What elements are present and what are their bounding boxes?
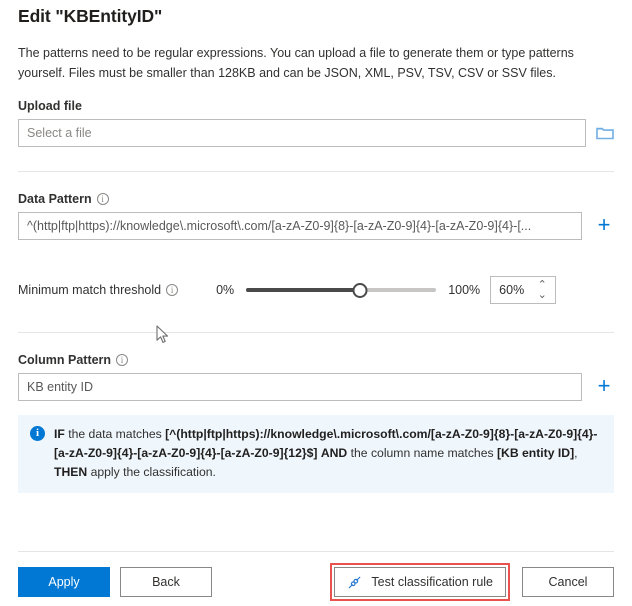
info-icon[interactable]: i — [97, 193, 109, 205]
back-button[interactable]: Back — [120, 567, 212, 597]
test-classification-rule-label: Test classification rule — [371, 575, 493, 589]
rule-summary-text: IF the data matches [^(http|ftp|https):/… — [54, 425, 602, 482]
apply-button[interactable]: Apply — [18, 567, 110, 597]
info-icon[interactable]: i — [166, 284, 178, 296]
upload-file-label: Upload file — [18, 99, 614, 113]
test-classification-rule-button[interactable]: Test classification rule — [334, 567, 506, 597]
spinner-down-icon[interactable]: ⌄ — [538, 290, 547, 300]
slider-fill — [246, 288, 360, 292]
intro-text: The patterns need to be regular expressi… — [18, 43, 616, 83]
footer-divider — [18, 551, 614, 552]
page-title: Edit "KBEntityID" — [18, 0, 614, 27]
threshold-min-label: 0% — [216, 283, 234, 297]
threshold-max-label: 100% — [448, 283, 480, 297]
data-pattern-label: Data Pattern i — [18, 192, 614, 206]
upload-file-input[interactable] — [18, 119, 586, 147]
info-circle-icon: i — [30, 426, 45, 441]
plug-connector-icon — [347, 575, 362, 590]
rule-summary-callout: i IF the data matches [^(http|ftp|https)… — [18, 415, 614, 493]
threshold-value: 60% — [491, 283, 533, 297]
add-data-pattern-button[interactable]: + — [594, 216, 614, 236]
threshold-slider[interactable] — [246, 282, 436, 298]
divider-threshold — [18, 332, 614, 333]
column-pattern-input[interactable] — [18, 373, 582, 401]
slider-thumb[interactable] — [353, 283, 368, 298]
info-icon[interactable]: i — [116, 354, 128, 366]
divider-upload — [18, 171, 614, 172]
test-actions: Test classification rule Cancel — [330, 563, 614, 601]
threshold-label: Minimum match threshold i — [18, 283, 178, 297]
edit-classification-rule-dialog: Edit "KBEntityID" The patterns need to b… — [0, 0, 632, 606]
data-pattern-input[interactable] — [18, 212, 582, 240]
threshold-spinner[interactable]: 60% ⌃ ⌄ — [490, 276, 556, 304]
cancel-button[interactable]: Cancel — [522, 567, 614, 597]
dialog-footer: Apply Back Test classification ru — [18, 566, 614, 598]
threshold-label-text: Minimum match threshold — [18, 283, 161, 297]
spinner-arrows: ⌃ ⌄ — [533, 280, 555, 300]
column-pattern-label: Column Pattern i — [18, 353, 614, 367]
folder-icon[interactable] — [596, 124, 614, 142]
column-pattern-label-text: Column Pattern — [18, 353, 111, 367]
data-pattern-label-text: Data Pattern — [18, 192, 92, 206]
upload-file-label-text: Upload file — [18, 99, 82, 113]
add-column-pattern-button[interactable]: + — [594, 377, 614, 397]
test-button-highlight: Test classification rule — [330, 563, 510, 601]
